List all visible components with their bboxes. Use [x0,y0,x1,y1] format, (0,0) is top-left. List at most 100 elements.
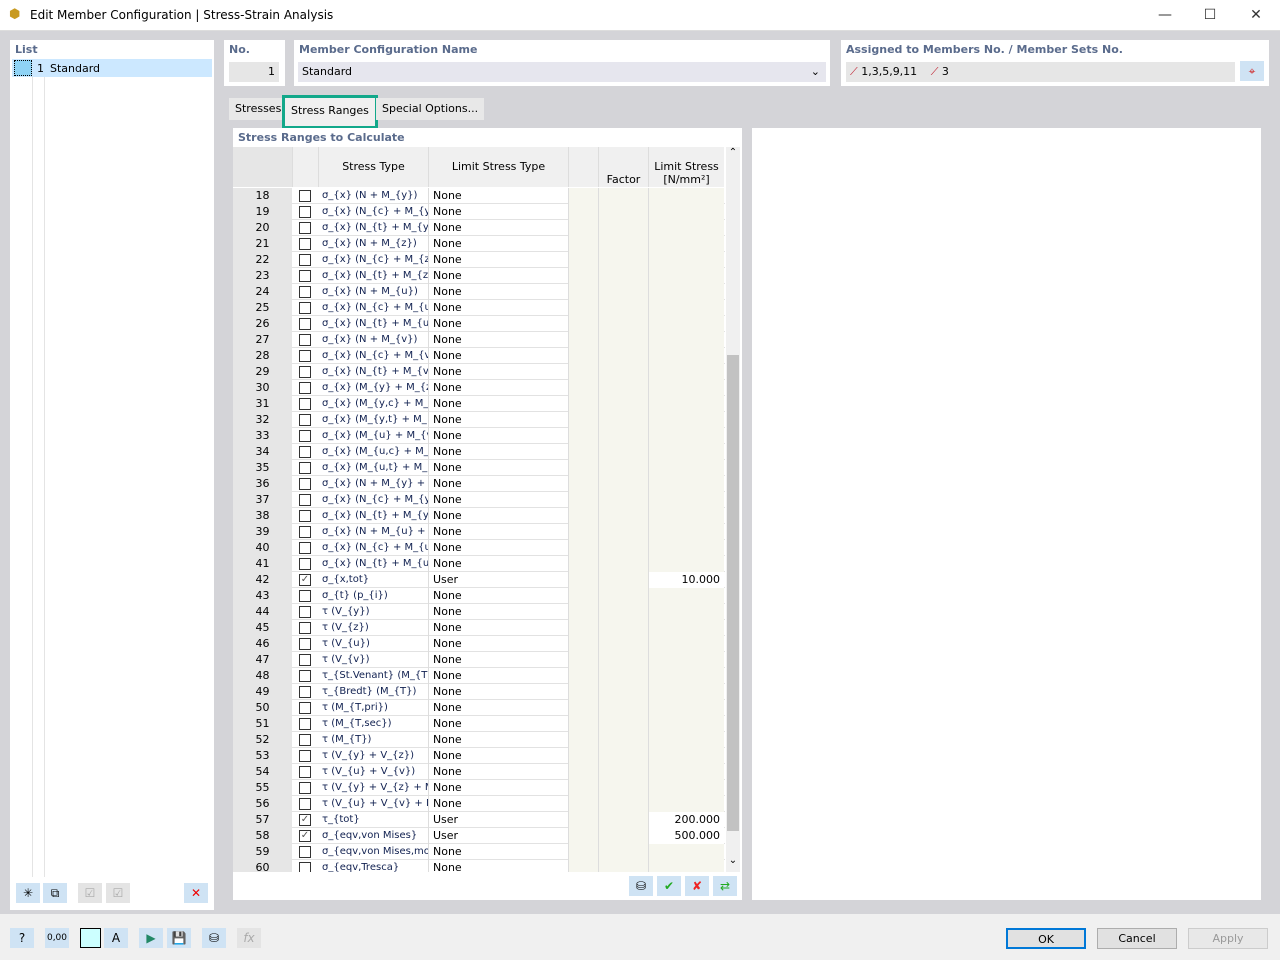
row-checkbox[interactable] [299,734,311,746]
limit-stress-type[interactable]: None [428,300,568,316]
limit-stress-value[interactable] [648,188,724,204]
limit-stress-type[interactable]: None [428,700,568,716]
row-checkbox[interactable] [299,670,311,682]
limit-stress-type[interactable]: None [428,332,568,348]
copy-item-icon[interactable]: ⧉ [43,883,67,903]
limit-stress-value[interactable] [648,764,724,780]
row-checkbox[interactable] [299,318,311,330]
row-checkbox[interactable] [299,654,311,666]
row-checkbox[interactable] [299,270,311,282]
limit-stress-type[interactable]: None [428,428,568,444]
limit-stress-value[interactable] [648,700,724,716]
row-checkbox[interactable] [299,606,311,618]
limit-stress-value[interactable]: 500.000 [648,828,724,844]
limit-stress-type[interactable]: None [428,316,568,332]
limit-stress-type[interactable]: User [428,572,568,588]
limit-stress-value[interactable] [648,556,724,572]
scrollbar-thumb[interactable] [727,355,739,831]
row-checkbox[interactable] [299,686,311,698]
limit-stress-value[interactable] [648,588,724,604]
pick-members-icon[interactable]: ⌖ [1240,61,1264,81]
row-checkbox[interactable] [299,462,311,474]
limit-stress-type[interactable]: User [428,828,568,844]
limit-stress-type[interactable]: None [428,204,568,220]
limit-stress-value[interactable] [648,524,724,540]
limit-stress-value[interactable] [648,620,724,636]
scroll-down-icon[interactable]: ⌄ [726,855,740,866]
units-icon[interactable]: 0,00 [45,928,69,948]
limit-stress-value[interactable] [648,268,724,284]
limit-stress-value[interactable] [648,412,724,428]
limit-stress-type[interactable]: None [428,284,568,300]
row-checkbox[interactable] [299,206,311,218]
limit-stress-type[interactable]: None [428,668,568,684]
close-button[interactable]: ✕ [1236,4,1276,26]
limit-stress-type[interactable]: None [428,540,568,556]
scroll-up-icon[interactable]: ⌃ [726,147,740,158]
limit-stress-value[interactable] [648,780,724,796]
invert-selection-icon[interactable]: ⇄ [713,876,737,896]
limit-stress-type[interactable]: None [428,220,568,236]
limit-stress-value[interactable] [648,252,724,268]
row-checkbox[interactable] [299,702,311,714]
row-checkbox[interactable] [299,542,311,554]
limit-stress-type[interactable]: None [428,732,568,748]
save-icon[interactable]: 💾 [167,928,191,948]
export-icon[interactable]: ▶ [139,928,163,948]
limit-stress-type[interactable]: None [428,396,568,412]
delete-icon[interactable]: ✕ [184,883,208,903]
limit-stress-value[interactable] [648,716,724,732]
limit-stress-value[interactable] [648,332,724,348]
library-icon[interactable]: ⛁ [202,928,226,948]
row-checkbox[interactable] [299,430,311,442]
row-checkbox[interactable] [299,590,311,602]
import-icon[interactable]: ⛁ [629,876,653,896]
row-checkbox[interactable] [299,862,311,872]
row-checkbox[interactable] [299,526,311,538]
row-checkbox[interactable] [299,366,311,378]
new-item-icon[interactable]: ✳ [16,883,40,903]
limit-stress-type[interactable]: None [428,556,568,572]
row-checkbox[interactable] [299,718,311,730]
limit-stress-type[interactable]: None [428,716,568,732]
deselect-all-icon[interactable]: ✘ [685,876,709,896]
limit-stress-value[interactable] [648,636,724,652]
limit-stress-type[interactable]: None [428,492,568,508]
limit-stress-type[interactable]: User [428,812,568,828]
maximize-button[interactable]: ☐ [1190,4,1230,26]
limit-stress-type[interactable]: None [428,748,568,764]
limit-stress-type[interactable]: None [428,684,568,700]
row-checkbox[interactable] [299,222,311,234]
tab-stresses[interactable]: Stresses [229,98,288,120]
limit-stress-value[interactable] [648,460,724,476]
row-checkbox[interactable] [299,622,311,634]
limit-stress-type[interactable]: None [428,236,568,252]
row-checkbox[interactable] [299,494,311,506]
row-checkbox[interactable] [299,510,311,522]
limit-stress-value[interactable] [648,428,724,444]
limit-stress-type[interactable]: None [428,796,568,812]
row-checkbox[interactable] [299,334,311,346]
limit-stress-value[interactable] [648,732,724,748]
row-checkbox[interactable] [299,350,311,362]
limit-stress-type[interactable]: None [428,524,568,540]
limit-stress-type[interactable]: None [428,380,568,396]
limit-stress-type[interactable]: None [428,636,568,652]
row-checkbox[interactable]: ✓ [299,574,311,586]
limit-stress-value[interactable] [648,284,724,300]
limit-stress-type[interactable]: None [428,588,568,604]
limit-stress-type[interactable]: None [428,604,568,620]
limit-stress-value[interactable] [648,860,724,872]
limit-stress-value[interactable] [648,380,724,396]
row-checkbox[interactable] [299,238,311,250]
limit-stress-value[interactable] [648,396,724,412]
limit-stress-value[interactable] [648,300,724,316]
apply-button[interactable]: Apply [1188,928,1268,949]
limit-stress-value[interactable] [648,220,724,236]
limit-stress-value[interactable] [648,684,724,700]
limit-stress-type[interactable]: None [428,652,568,668]
toggle-check-icon[interactable]: ☑ [106,883,130,903]
limit-stress-type[interactable]: None [428,460,568,476]
row-checkbox[interactable] [299,478,311,490]
row-checkbox[interactable] [299,750,311,762]
